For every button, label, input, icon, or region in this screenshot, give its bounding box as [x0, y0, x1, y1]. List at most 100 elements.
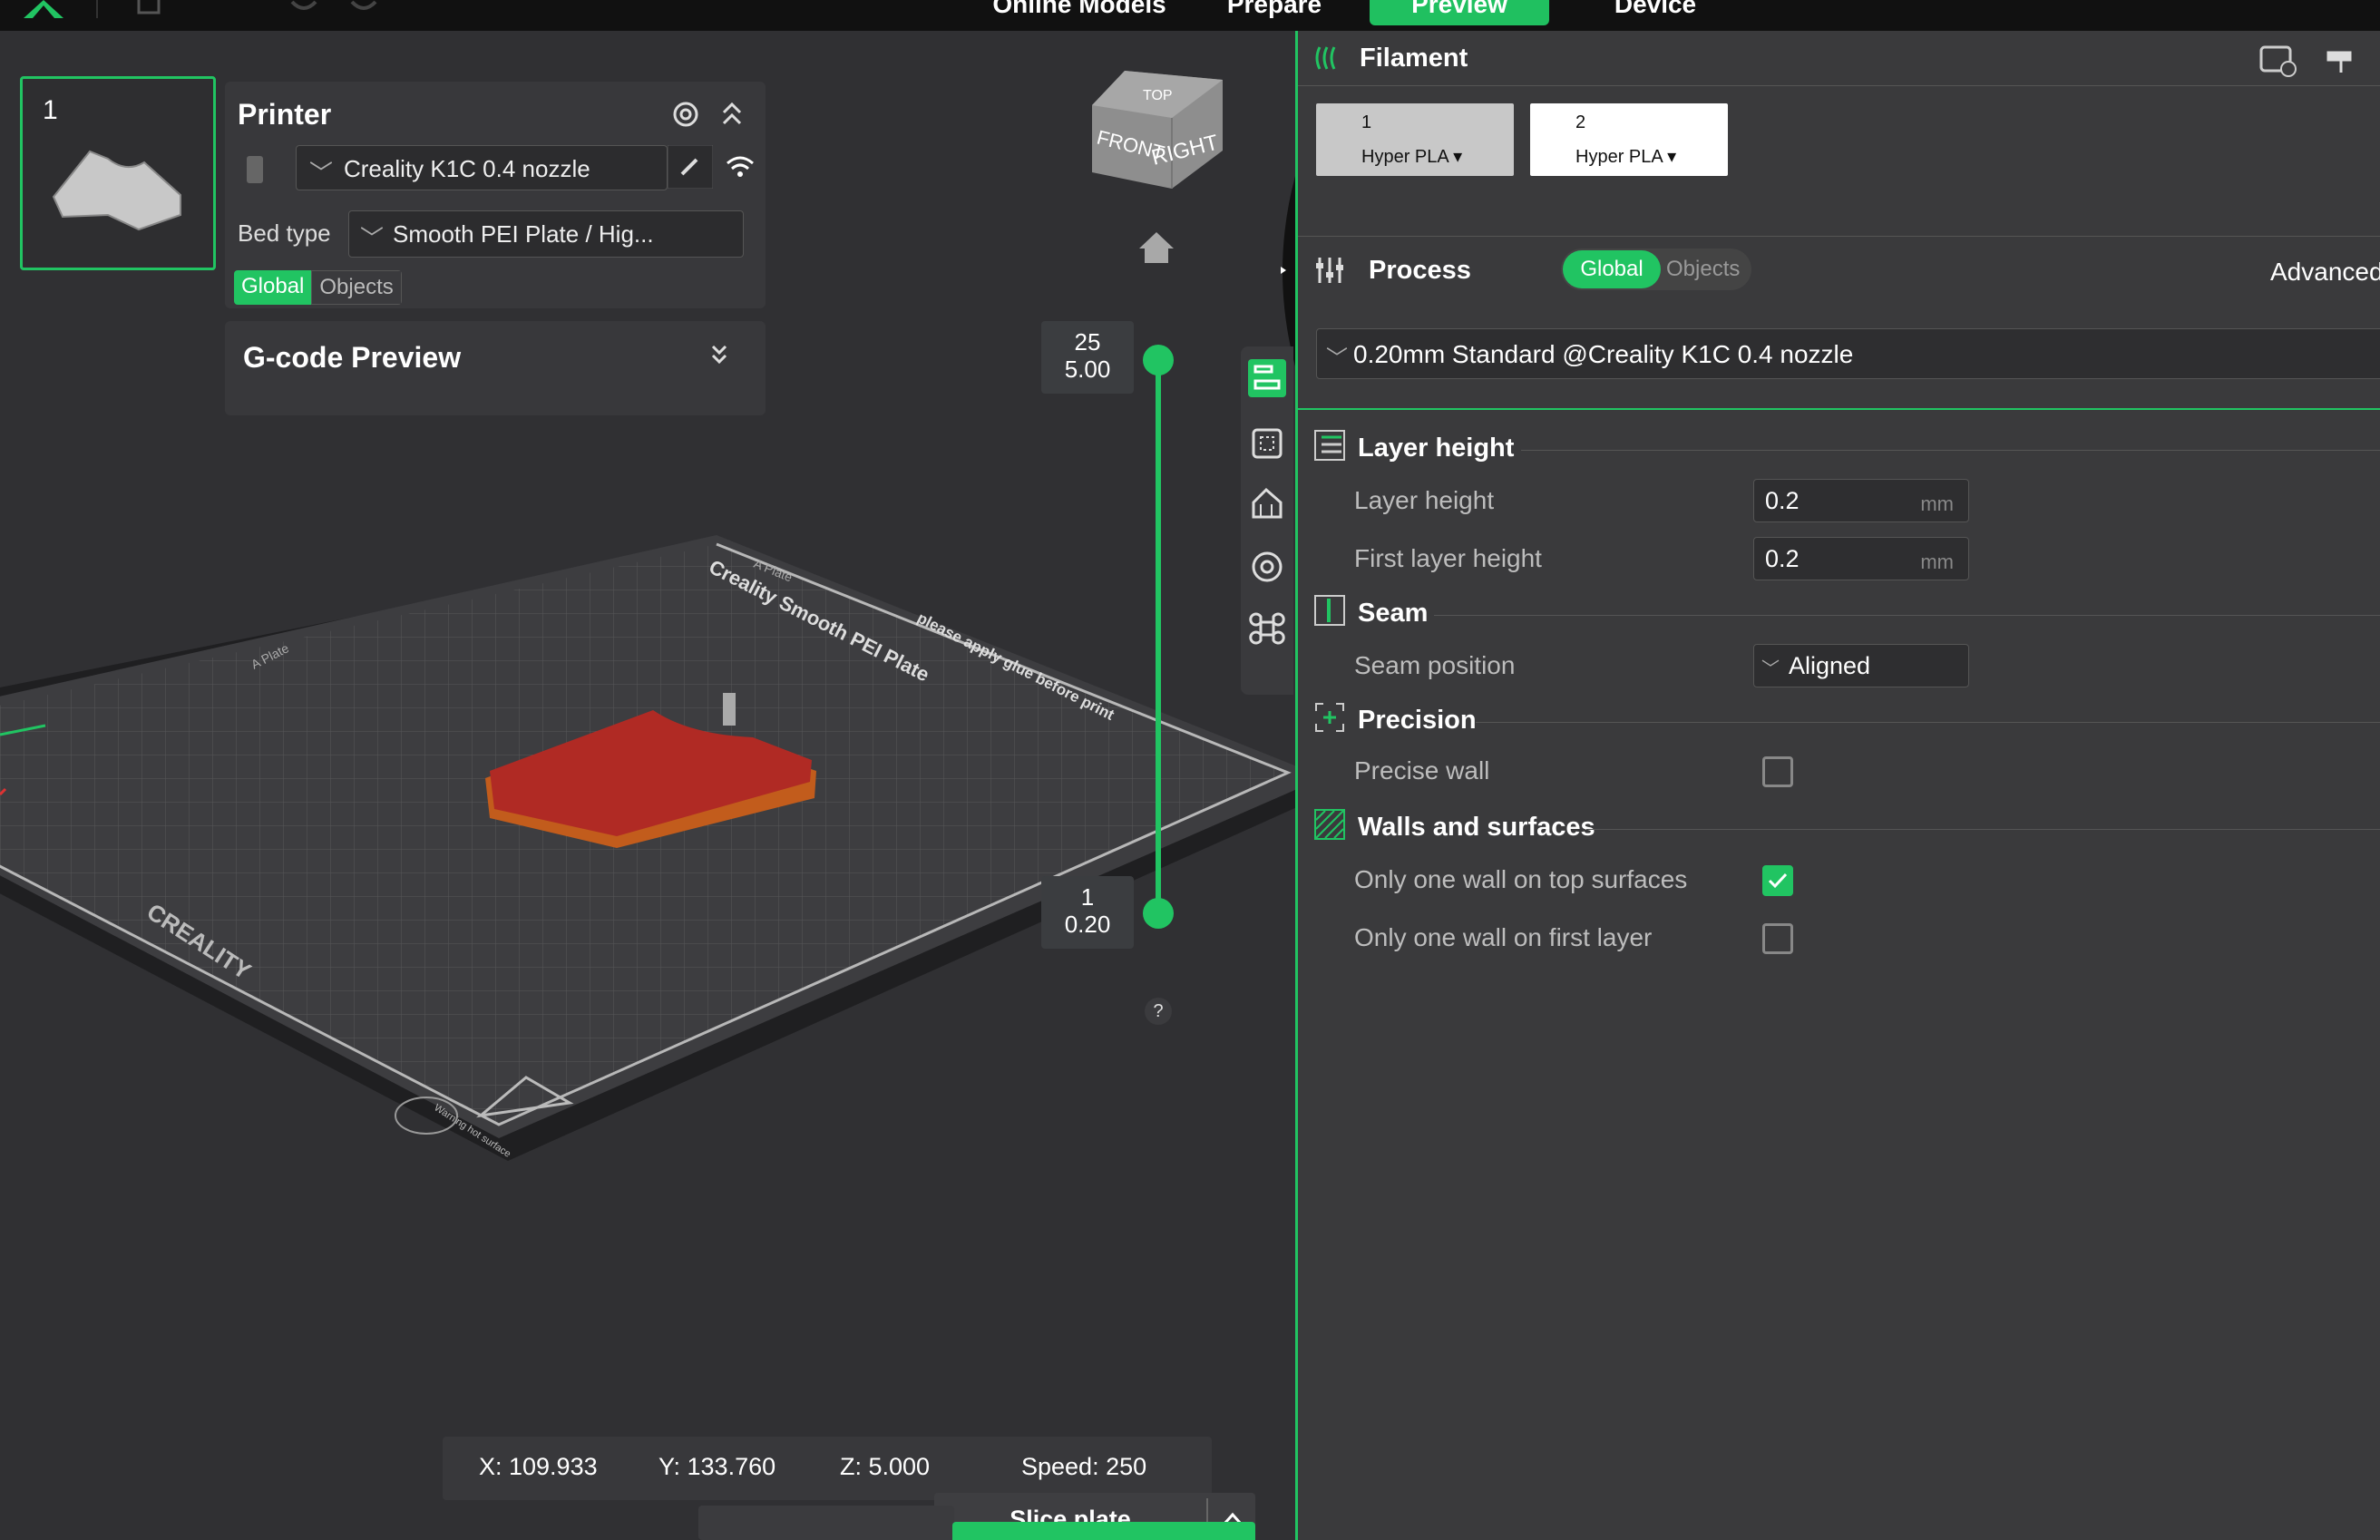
divider	[1298, 236, 2380, 237]
precision-icon	[1315, 703, 1344, 732]
section-rule	[1586, 829, 2380, 830]
plate-thumbnail-model-icon	[52, 150, 181, 231]
layer-height-icon	[1314, 430, 1345, 461]
edit-printer-icon[interactable]	[668, 145, 713, 189]
support-icon[interactable]	[1248, 484, 1286, 522]
top-bar: Online Models Prepare Preview Device	[0, 0, 2380, 31]
section-rule	[1434, 615, 2380, 616]
tab-preview[interactable]: Preview	[1370, 0, 1549, 25]
printer-title: Printer	[238, 98, 332, 131]
printer-icon	[247, 156, 263, 183]
process-scope-objects[interactable]: Objects	[1666, 250, 1740, 288]
printer-scope-toggle: Global Objects	[234, 270, 402, 305]
tab-prepare[interactable]: Prepare	[1215, 0, 1333, 25]
one-wall-first-label: Only one wall on first layer	[1354, 923, 1653, 951]
first-layer-height-label: First layer height	[1354, 544, 1542, 572]
layer-slider-track[interactable]	[1156, 357, 1161, 911]
save-icon[interactable]	[136, 0, 163, 16]
process-scope-global[interactable]: Global	[1563, 250, 1661, 288]
first-layer-height-value: 0.2	[1765, 545, 1800, 572]
layers-view-icon[interactable]	[1248, 359, 1286, 397]
section-layer-height: Layer height	[1358, 434, 1515, 463]
chevron-down-icon: ﹀	[1326, 346, 1348, 371]
dropdown-caret-icon: ▾	[1667, 147, 1677, 167]
printer-settings-icon[interactable]	[668, 96, 704, 132]
precise-wall-label: Precise wall	[1354, 756, 1490, 785]
undo-icon[interactable]	[288, 0, 319, 16]
one-wall-top-label: Only one wall on top surfaces	[1354, 865, 1688, 893]
chevron-down-icon: ﹀	[1761, 659, 1780, 679]
view-toolbar	[1241, 346, 1293, 695]
scope-objects[interactable]: Objects	[311, 270, 402, 305]
view-cube[interactable]: TOP FRONT RIGHT	[1088, 63, 1224, 209]
scope-global[interactable]: Global	[234, 270, 312, 305]
layer-height-label: Layer height	[1354, 486, 1495, 514]
section-rule	[1521, 450, 2380, 451]
process-title: Process	[1369, 256, 1471, 285]
seam-view-icon[interactable]	[1248, 548, 1286, 586]
filament-slot-1[interactable]: 1 Hyper PLA ▾	[1316, 103, 1514, 176]
layer-height-value: 0.2	[1765, 487, 1800, 514]
redo-icon[interactable]	[348, 0, 379, 16]
section-rule	[1476, 722, 2380, 723]
filament-slot-type: Hyper PLA ▾	[1361, 147, 1463, 167]
boundary-icon[interactable]	[1248, 424, 1286, 463]
coord-speed: Speed: 250	[1021, 1453, 1147, 1480]
tab-online-models[interactable]: Online Models	[989, 0, 1170, 25]
layer-top-label: 25 5.00	[1041, 321, 1134, 394]
layer-height-input[interactable]: 0.2 mm	[1753, 479, 1969, 522]
one-wall-first-checkbox[interactable]	[1762, 923, 1793, 954]
printer-select[interactable]: ﹀ Creality K1C 0.4 nozzle	[296, 145, 668, 190]
unit-label: mm	[1920, 551, 1954, 573]
filament-slot-type: Hyper PLA ▾	[1575, 147, 1677, 167]
coord-z: Z: 5.000	[840, 1453, 931, 1480]
filament-sync-icon[interactable]	[2258, 38, 2299, 78]
unit-label: mm	[1920, 492, 1954, 515]
layer-bottom-label: 1 0.20	[1041, 876, 1134, 949]
tab-device[interactable]: Device	[1605, 0, 1705, 25]
filament-slot-2[interactable]: 2 Hyper PLA ▾	[1530, 103, 1728, 176]
home-view-icon[interactable]	[1137, 229, 1175, 265]
filament-title: Filament	[1360, 44, 1468, 73]
gcode-preview-title: G-code Preview	[243, 341, 462, 374]
settings-panel: Filament 1 Hyper PLA ▾ 2 Hyper PLA ▾ Pro…	[1295, 31, 2380, 1540]
filament-icon	[1315, 46, 1336, 70]
app-logo-icon[interactable]	[24, 0, 63, 18]
advanced-toggle-label[interactable]: Advanced	[2270, 258, 2380, 287]
section-precision: Precision	[1358, 706, 1477, 735]
printer-panel: Printer ﹀ Creality K1C 0.4 nozzle Bed ty…	[225, 82, 766, 308]
layer-bottom-number: 1	[1080, 883, 1095, 911]
process-icon	[1316, 258, 1343, 283]
wifi-icon[interactable]	[724, 151, 756, 183]
bed-type-value: Smooth PEI Plate / Hig...	[393, 220, 654, 248]
expand-icon[interactable]	[706, 339, 733, 372]
collapse-sidebar-icon[interactable]	[1270, 176, 1295, 366]
help-button[interactable]: ?	[1145, 998, 1172, 1025]
seam-position-value: Aligned	[1789, 652, 1871, 679]
first-layer-height-input[interactable]: 0.2 mm	[1753, 537, 1969, 580]
coord-x: X: 109.933	[479, 1453, 598, 1480]
chevron-down-icon: ﹀	[360, 225, 385, 252]
export-button[interactable]	[952, 1522, 1255, 1540]
coord-y: Y: 133.760	[658, 1453, 776, 1480]
filament-tool-icon[interactable]	[2323, 40, 2359, 76]
bed-type-select[interactable]: ﹀ Smooth PEI Plate / Hig...	[348, 210, 744, 258]
filament-slot-number: 1	[1361, 112, 1372, 132]
plate-thumbnail[interactable]: 1	[20, 76, 216, 270]
precise-wall-checkbox[interactable]	[1762, 756, 1793, 787]
command-icon[interactable]	[1248, 609, 1286, 648]
section-seam: Seam	[1358, 599, 1429, 628]
collapse-icon[interactable]	[718, 96, 746, 132]
toolbar-separator	[96, 0, 98, 18]
divider	[1298, 85, 2380, 86]
seam-position-select[interactable]: ﹀ Aligned	[1753, 644, 1969, 687]
layer-slider-top-handle[interactable]	[1143, 345, 1174, 375]
3d-viewport[interactable]: Creality Smooth PEI Plate please apply g…	[0, 31, 1295, 1540]
layer-top-number: 25	[1074, 328, 1101, 356]
one-wall-top-checkbox[interactable]	[1762, 865, 1793, 896]
position-readout: X: 109.933 Y: 133.760 Z: 5.000 Speed: 25…	[443, 1437, 1212, 1500]
process-profile-select[interactable]: ﹀ 0.20mm Standard @Creality K1C 0.4 nozz…	[1316, 328, 2380, 379]
seam-position-label: Seam position	[1354, 651, 1516, 679]
bed-type-label: Bed type	[238, 219, 331, 247]
layer-slider-bottom-handle[interactable]	[1143, 898, 1174, 929]
